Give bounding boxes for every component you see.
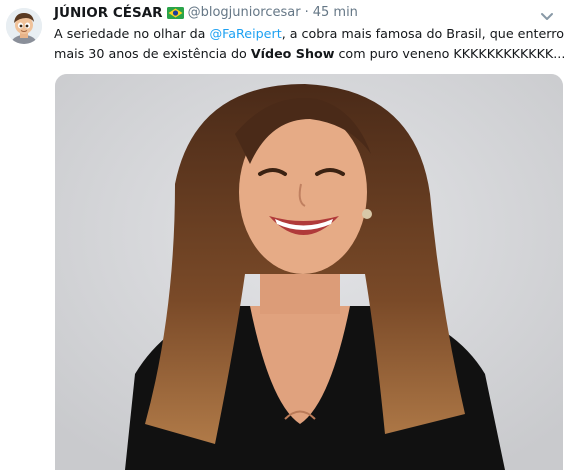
tweet-text: A seriedade no olhar da @FaReipert, a co… (54, 24, 564, 64)
avatar-icon (6, 8, 42, 44)
separator-dot: · (304, 5, 309, 20)
show-name-bold: Vídeo Show (250, 46, 335, 61)
tweet[interactable]: JÚNIOR CÉSAR @blogjuniorcesar · 45 min A… (0, 0, 564, 470)
text-segment: mais 30 anos de existência do (54, 46, 251, 61)
text-segment: com puro veneno KKKKKKKKKKKK.... (334, 46, 564, 61)
text-segment: A seriedade no olhar da (54, 26, 210, 41)
text-segment: , a cobra mais famosa do Brasil, que ent… (281, 26, 564, 41)
mention-link[interactable]: @FaReipert (209, 26, 281, 41)
photo-image (55, 74, 563, 470)
tweet-photo[interactable] (55, 74, 563, 470)
tweet-timestamp[interactable]: 45 min (313, 4, 358, 22)
tweet-header: JÚNIOR CÉSAR @blogjuniorcesar · 45 min (54, 3, 358, 23)
chevron-down-icon[interactable] (540, 7, 554, 20)
avatar[interactable] (6, 8, 42, 44)
tweet-text-line-2: mais 30 anos de existência do Vídeo Show… (54, 44, 564, 64)
tweet-text-line-1: A seriedade no olhar da @FaReipert, a co… (54, 24, 564, 44)
author-handle[interactable]: @blogjuniorcesar (188, 4, 301, 22)
author-name[interactable]: JÚNIOR CÉSAR (54, 4, 163, 22)
brazil-flag-icon (166, 7, 184, 19)
